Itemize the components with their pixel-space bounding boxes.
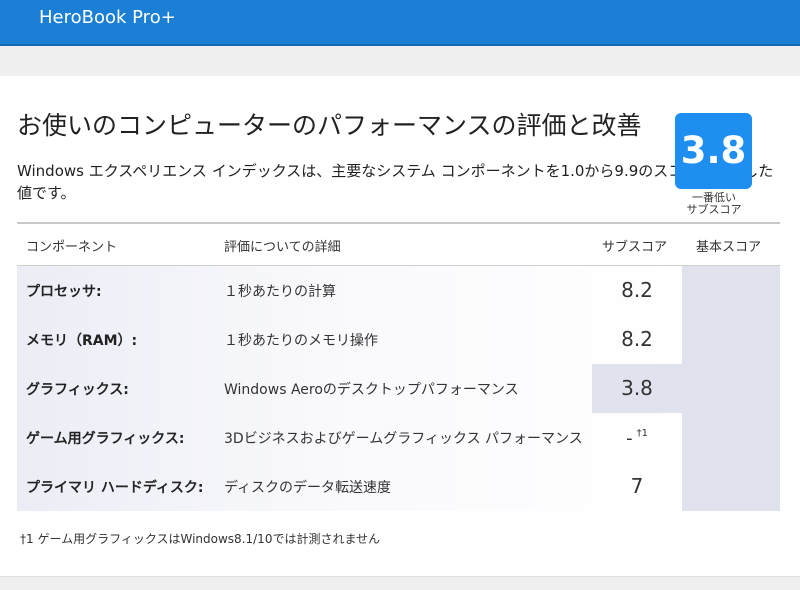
footnote: †1 ゲーム用グラフィックスはWindows8.1/10では計測されません bbox=[20, 532, 381, 546]
component-detail: １秒あたりのメモリ操作 bbox=[224, 333, 378, 349]
bottom-divider bbox=[0, 576, 800, 590]
column-header-subscore: サブスコア bbox=[602, 240, 668, 255]
base-score-caption-line2: サブスコア bbox=[686, 203, 742, 216]
subscore-value: 8.2 bbox=[621, 278, 653, 302]
app-header-bar: HeroBook Pro+ bbox=[0, 0, 800, 46]
component-name: プライマリ ハードディスク: bbox=[26, 480, 204, 496]
base-score-column bbox=[682, 266, 780, 511]
column-header-detail: 評価についての詳細 bbox=[224, 240, 341, 255]
table-row: ゲーム用グラフィックス: 3Dビジネスおよびゲームグラフィックス パフォーマンス… bbox=[17, 413, 682, 462]
table-row: メモリ（RAM）: １秒あたりのメモリ操作 8.2 bbox=[17, 315, 682, 364]
column-header-component: コンポーネント bbox=[26, 240, 118, 255]
component-name: ゲーム用グラフィックス: bbox=[26, 431, 185, 447]
subscore-value: - bbox=[626, 428, 633, 449]
table-row: グラフィックス: Windows Aeroのデスクトップパフォーマンス 3.8 bbox=[17, 364, 682, 413]
subscore-value: 8.2 bbox=[621, 327, 653, 351]
table-row: プロセッサ: １秒あたりの計算 8.2 bbox=[17, 266, 682, 315]
base-score-badge: 3.8 bbox=[675, 113, 752, 189]
column-header-basescore: 基本スコア bbox=[696, 240, 762, 255]
component-name: メモリ（RAM）: bbox=[26, 333, 138, 349]
component-detail: ディスクのデータ転送速度 bbox=[224, 480, 392, 496]
table-header: コンポーネント 評価についての詳細 サブスコア 基本スコア bbox=[17, 224, 780, 266]
component-detail: １秒あたりの計算 bbox=[224, 284, 336, 300]
component-detail: Windows Aeroのデスクトップパフォーマンス bbox=[224, 382, 519, 398]
subscore-value: 7 bbox=[630, 474, 644, 498]
component-name: プロセッサ: bbox=[26, 284, 102, 300]
subscore-cell: - †1 bbox=[592, 413, 682, 462]
table-row: プライマリ ハードディスク: ディスクのデータ転送速度 7 bbox=[17, 462, 682, 511]
component-name: グラフィックス: bbox=[26, 382, 129, 398]
page-title: お使いのコンピューターのパフォーマンスの評価と改善 bbox=[17, 111, 642, 140]
subscore-value-lowest: 3.8 bbox=[592, 364, 682, 413]
component-detail: 3Dビジネスおよびゲームグラフィックス パフォーマンス bbox=[224, 431, 583, 447]
base-score-caption: 一番低い サブスコア bbox=[665, 192, 763, 216]
score-table: コンポーネント 評価についての詳細 サブスコア 基本スコア プロセッサ: １秒あ… bbox=[17, 222, 780, 511]
app-title: HeroBook Pro+ bbox=[39, 7, 176, 28]
footnote-marker: †1 bbox=[636, 428, 648, 440]
